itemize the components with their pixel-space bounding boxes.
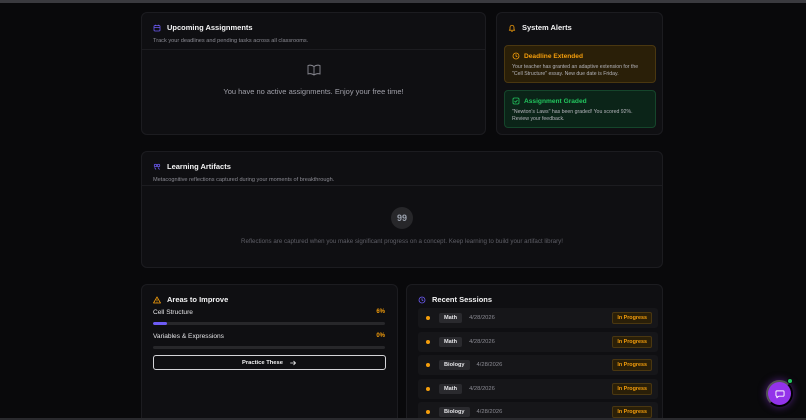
recent-sessions-title: Recent Sessions xyxy=(432,295,493,304)
session-date: 4/28/2026 xyxy=(469,315,495,321)
skill-percent: 0% xyxy=(376,333,385,339)
system-alerts-header: System Alerts xyxy=(508,23,651,32)
skill-progress-bar xyxy=(153,322,385,325)
upcoming-assignments-header: Upcoming Assignments xyxy=(153,23,474,32)
learning-artifacts-header: Learning Artifacts xyxy=(153,162,651,171)
assignments-empty-state: You have no active assignments. Enjoy yo… xyxy=(142,63,485,96)
card-divider xyxy=(142,185,662,186)
artifacts-empty-text: Reflections are captured when you make s… xyxy=(241,238,563,245)
status-badge: In Progress xyxy=(612,406,652,418)
clock-icon xyxy=(418,296,426,304)
book-open-icon xyxy=(307,63,321,80)
learning-artifacts-subtitle: Metacognitive reflections captured durin… xyxy=(153,177,335,183)
bell-icon xyxy=(508,24,516,32)
session-subject: Biology xyxy=(439,360,470,370)
warning-triangle-icon xyxy=(153,296,161,304)
skill-cell-structure: Cell Structure 6% xyxy=(153,309,385,325)
status-dot xyxy=(426,387,430,391)
skill-progress-bar xyxy=(153,346,385,349)
alert-title: Assignment Graded xyxy=(524,97,587,105)
session-row[interactable]: Math 4/28/2026 In Progress xyxy=(418,308,658,328)
session-row[interactable]: Math 4/28/2026 In Progress xyxy=(418,332,658,352)
alert-title: Deadline Extended xyxy=(524,52,583,60)
session-subject: Math xyxy=(439,384,463,394)
recent-sessions-header: Recent Sessions xyxy=(418,295,651,304)
status-dot xyxy=(426,363,430,367)
online-status-badge xyxy=(787,378,793,384)
session-row[interactable]: Biology 4/28/2026 In Progress xyxy=(418,355,658,375)
quote-icon: 99 xyxy=(391,207,413,229)
upcoming-assignments-title: Upcoming Assignments xyxy=(167,23,253,32)
upcoming-assignments-subtitle: Track your deadlines and pending tasks a… xyxy=(153,38,309,44)
system-alerts-title: System Alerts xyxy=(522,23,572,32)
skill-name: Cell Structure xyxy=(153,309,193,316)
areas-to-improve-card: Areas to Improve Cell Structure 6% Varia… xyxy=(141,284,398,420)
skill-name: Variables & Expressions xyxy=(153,333,224,340)
status-badge: In Progress xyxy=(612,383,652,395)
areas-to-improve-title: Areas to Improve xyxy=(167,295,229,304)
learning-artifacts-card: Learning Artifacts Metacognitive reflect… xyxy=(141,151,663,268)
upcoming-assignments-card: Upcoming Assignments Track your deadline… xyxy=(141,12,486,135)
status-dot xyxy=(426,410,430,414)
system-alerts-card: System Alerts Deadline Extended Your tea… xyxy=(496,12,663,135)
calendar-icon xyxy=(153,24,161,32)
status-dot xyxy=(426,340,430,344)
chat-button[interactable] xyxy=(766,380,793,407)
status-badge: In Progress xyxy=(612,359,652,371)
alert-text: Your teacher has granted an adaptive ext… xyxy=(512,64,639,78)
session-subject: Biology xyxy=(439,407,470,417)
status-badge: In Progress xyxy=(612,336,652,348)
chat-bubble-icon xyxy=(774,389,785,399)
sparkle-icon xyxy=(153,163,161,171)
clock-icon xyxy=(512,52,520,60)
top-bar xyxy=(0,0,806,3)
alert-assignment-graded[interactable]: Assignment Graded "Newton's Laws" has be… xyxy=(504,90,656,128)
practice-these-button[interactable]: Practice These xyxy=(153,355,386,370)
session-date: 4/28/2026 xyxy=(476,409,503,415)
alert-text: "Newton's Laws" has been graded! You sco… xyxy=(512,109,633,123)
session-subject: Math xyxy=(439,337,463,347)
areas-to-improve-header: Areas to Improve xyxy=(153,295,386,304)
practice-these-label: Practice These xyxy=(242,359,283,366)
learning-artifacts-title: Learning Artifacts xyxy=(167,162,231,171)
recent-sessions-card: Recent Sessions Math 4/28/2026 In Progre… xyxy=(406,284,663,420)
skill-percent: 6% xyxy=(376,309,385,315)
status-badge: In Progress xyxy=(612,312,652,324)
artifacts-empty-state: 99 Reflections are captured when you mak… xyxy=(142,207,662,245)
card-divider xyxy=(142,49,485,50)
arrow-right-icon xyxy=(289,359,297,367)
assignments-empty-text: You have no active assignments. Enjoy yo… xyxy=(223,87,404,96)
session-subject: Math xyxy=(439,313,463,323)
status-dot xyxy=(426,316,430,320)
skill-variables-expressions: Variables & Expressions 0% xyxy=(153,333,385,349)
alert-deadline-extended[interactable]: Deadline Extended Your teacher has grant… xyxy=(504,45,656,83)
session-date: 4/28/2026 xyxy=(476,362,503,368)
session-date: 4/28/2026 xyxy=(469,339,495,345)
session-date: 4/28/2026 xyxy=(469,386,495,392)
check-square-icon xyxy=(512,97,520,105)
session-row[interactable]: Math 4/28/2026 In Progress xyxy=(418,379,658,399)
skill-progress-fill xyxy=(153,322,167,325)
